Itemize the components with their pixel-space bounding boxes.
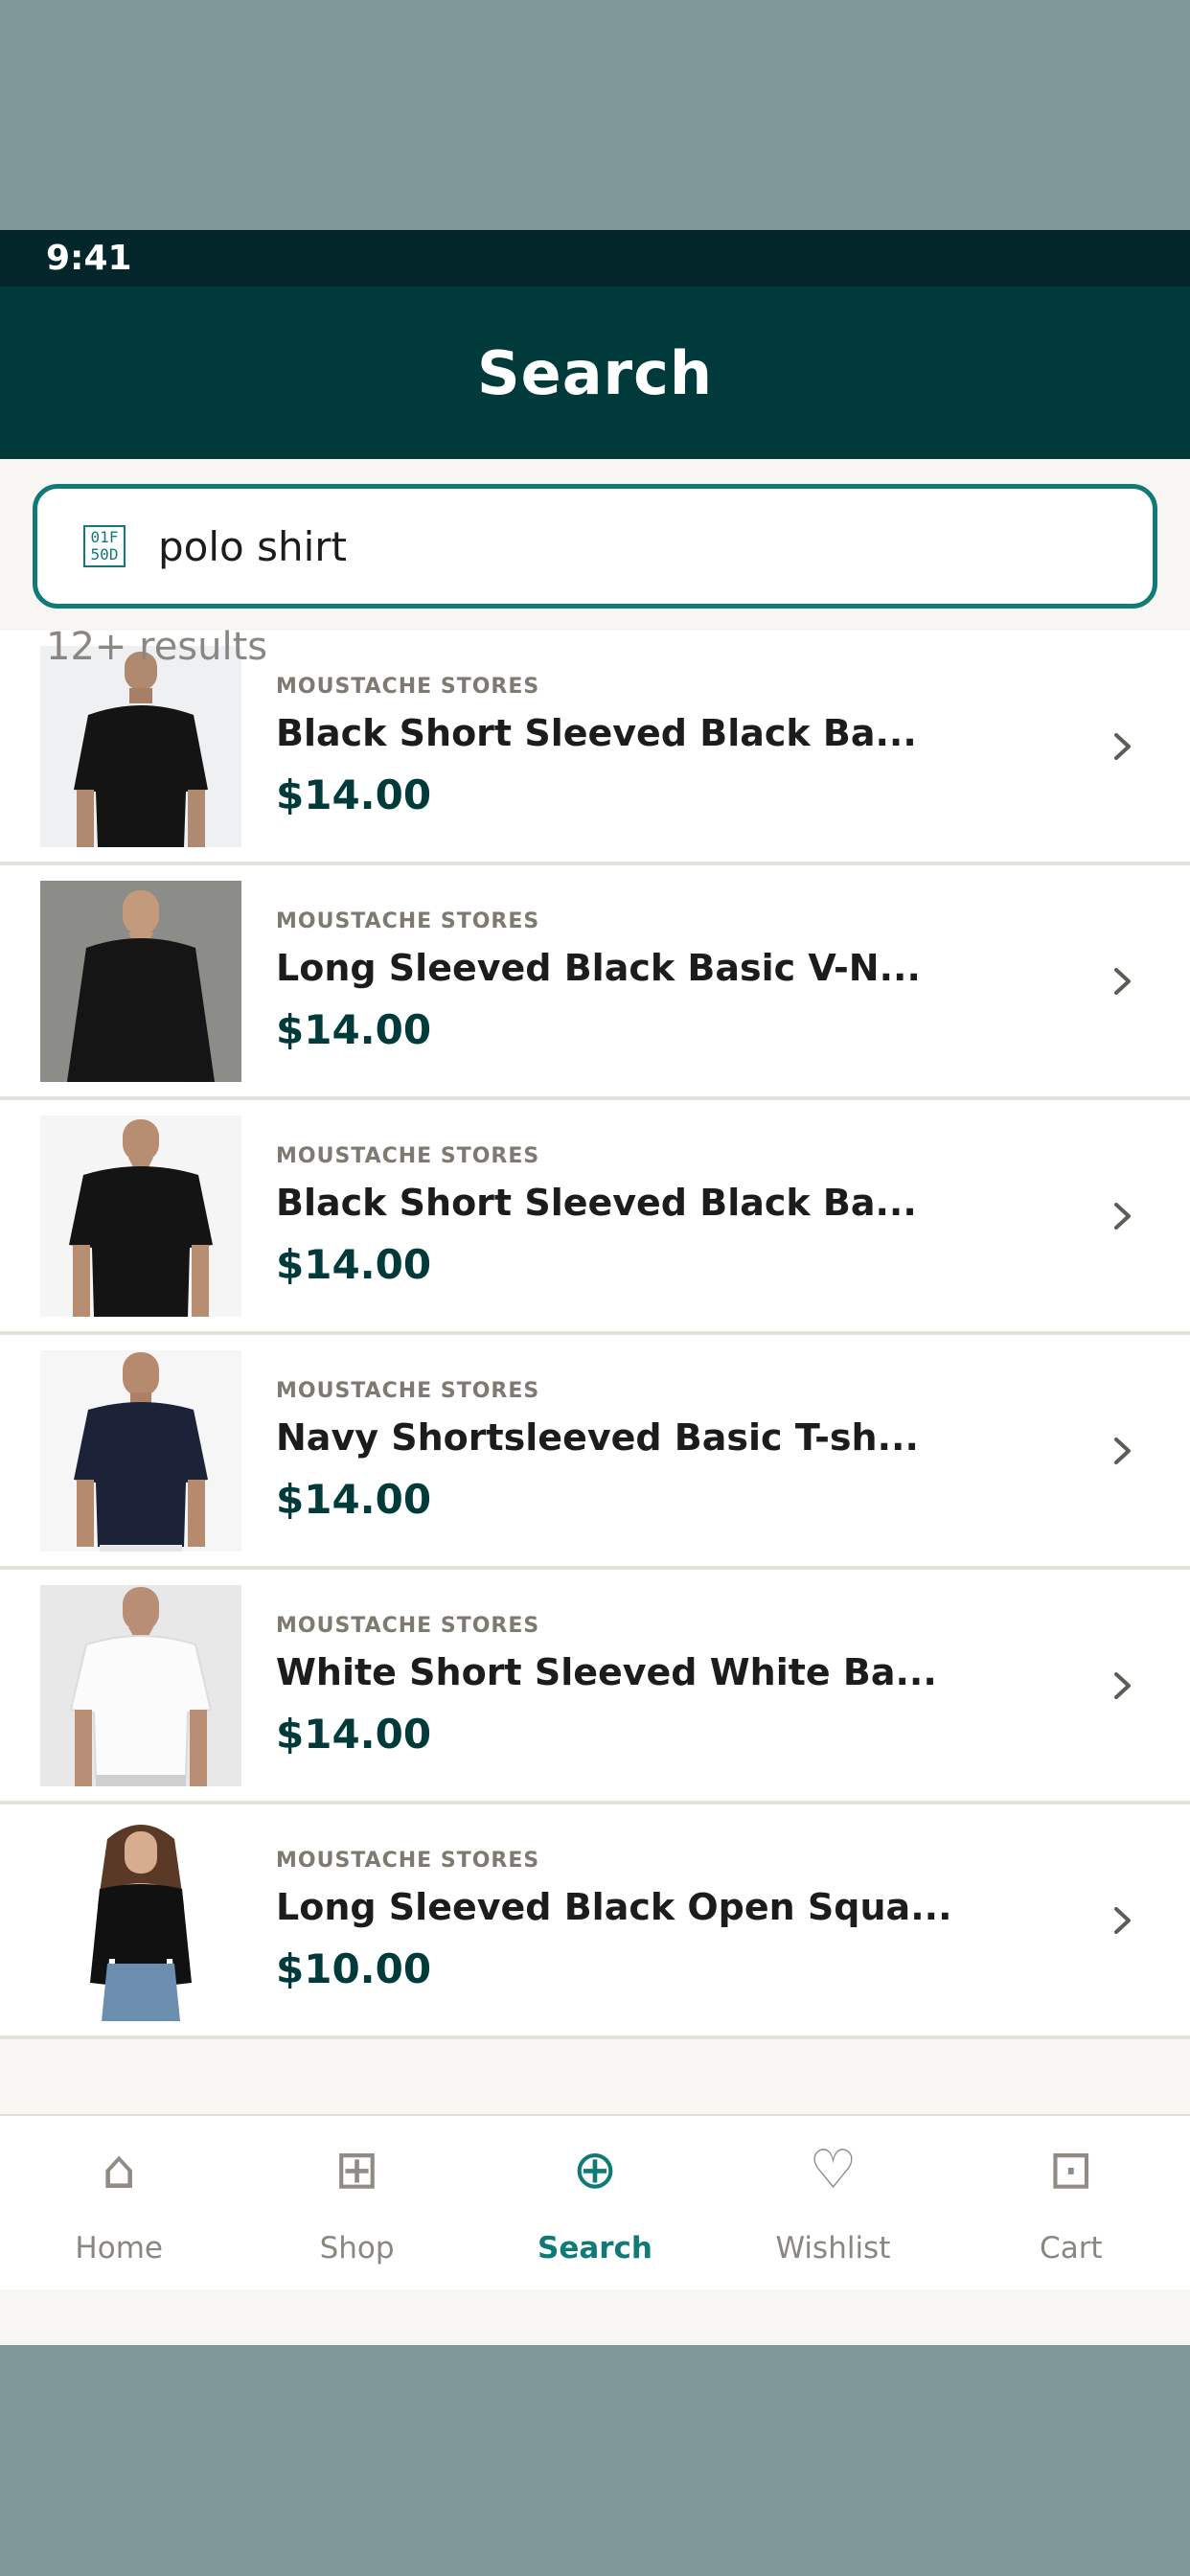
product-price: $14.00 xyxy=(276,770,432,818)
tab-label: Home xyxy=(75,2231,163,2266)
chevron-right-icon xyxy=(1094,1892,1152,1949)
product-row[interactable]: MOUSTACHE STORES Navy Shortsleeved Basic… xyxy=(0,1335,1190,1570)
search-circle-icon: ⊕ xyxy=(572,2139,618,2201)
product-row[interactable]: MOUSTACHE STORES White Short Sleeved Whi… xyxy=(0,1570,1190,1805)
product-price: $14.00 xyxy=(276,1710,432,1758)
tab-wishlist[interactable]: ♡ Wishlist xyxy=(714,2116,951,2289)
product-name: Black Short Sleeved Black Ba... xyxy=(276,1181,917,1224)
chevron-right-icon xyxy=(1094,718,1152,775)
results-count: 12+ results xyxy=(46,625,268,669)
app-header: Search xyxy=(0,287,1190,459)
store-name: MOUSTACHE STORES xyxy=(276,1143,540,1168)
product-price: $14.00 xyxy=(276,1005,432,1053)
product-name: Long Sleeved Black Open Squa... xyxy=(276,1885,952,1928)
store-name: MOUSTACHE STORES xyxy=(276,908,540,933)
heart-icon: ♡ xyxy=(809,2139,858,2201)
store-name: MOUSTACHE STORES xyxy=(276,674,540,699)
product-image xyxy=(40,1819,241,2021)
product-price: $14.00 xyxy=(276,1240,432,1288)
chevron-right-icon xyxy=(1094,1422,1152,1480)
search-icon: 01F 50D xyxy=(83,525,126,567)
cart-icon: ⊡ xyxy=(1048,2139,1094,2201)
chevron-right-icon xyxy=(1094,953,1152,1010)
phone-screen: 9:41 Search 01F50D 12+ results xyxy=(0,230,1190,2345)
product-list: MOUSTACHE STORES Black Short Sleeved Bla… xyxy=(0,631,1190,2039)
tab-label: Wishlist xyxy=(775,2231,891,2266)
tab-label: Cart xyxy=(1040,2231,1103,2266)
chevron-right-icon xyxy=(1094,1187,1152,1245)
tab-label: Shop xyxy=(319,2231,395,2266)
search-input[interactable] xyxy=(158,522,1153,570)
status-time: 9:41 xyxy=(46,239,132,278)
page-title: Search xyxy=(476,337,713,408)
product-name: Black Short Sleeved Black Ba... xyxy=(276,711,917,754)
product-row[interactable]: MOUSTACHE STORES Black Short Sleeved Bla… xyxy=(0,1100,1190,1335)
tab-home[interactable]: ⌂ Home xyxy=(0,2116,238,2289)
product-image xyxy=(40,1349,241,1552)
home-icon: ⌂ xyxy=(102,2139,136,2201)
grid-icon: ⊞ xyxy=(334,2139,380,2201)
tab-search[interactable]: ⊕ Search xyxy=(476,2116,714,2289)
product-image xyxy=(40,1584,241,1786)
product-price: $14.00 xyxy=(276,1475,432,1523)
product-row[interactable]: MOUSTACHE STORES Long Sleeved Black Basi… xyxy=(0,865,1190,1100)
product-name: Navy Shortsleeved Basic T-sh... xyxy=(276,1415,919,1459)
store-name: MOUSTACHE STORES xyxy=(276,1613,540,1638)
product-image xyxy=(40,645,241,847)
product-image xyxy=(40,880,241,1082)
product-name: Long Sleeved Black Basic V-N... xyxy=(276,946,921,989)
chevron-right-icon xyxy=(1094,1657,1152,1714)
tab-cart[interactable]: ⊡ Cart xyxy=(952,2116,1190,2289)
search-field[interactable]: 01F 50D xyxy=(33,484,1157,609)
status-bar: 9:41 xyxy=(0,230,1190,287)
search-section: 01F 50D xyxy=(0,459,1190,614)
product-name: White Short Sleeved White Ba... xyxy=(276,1650,937,1693)
store-name: MOUSTACHE STORES xyxy=(276,1848,540,1873)
store-name: MOUSTACHE STORES xyxy=(276,1378,540,1403)
product-row[interactable]: MOUSTACHE STORES Long Sleeved Black Open… xyxy=(0,1805,1190,2039)
tab-shop[interactable]: ⊞ Shop xyxy=(238,2116,475,2289)
product-image xyxy=(40,1115,241,1317)
tab-label: Search xyxy=(538,2231,653,2266)
product-price: $10.00 xyxy=(276,1944,432,1992)
bottom-tab-bar: ⌂ Home ⊞ Shop ⊕ Search ♡ Wishlist ⊡ Cart xyxy=(0,2114,1190,2289)
